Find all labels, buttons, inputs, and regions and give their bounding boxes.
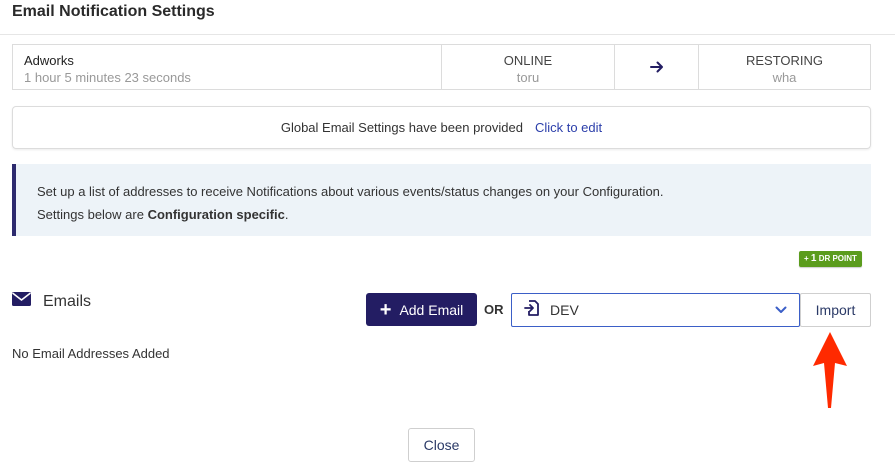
source-state: ONLINE toru bbox=[442, 45, 615, 89]
import-button[interactable]: Import bbox=[800, 293, 871, 327]
target-host: wha bbox=[772, 70, 797, 85]
configuration-select[interactable]: DEV bbox=[511, 293, 800, 327]
configuration-select-value: DEV bbox=[550, 302, 579, 318]
empty-state-text: No Email Addresses Added bbox=[12, 346, 170, 361]
arrow-right-icon bbox=[615, 45, 699, 89]
close-button[interactable]: Close bbox=[408, 428, 475, 462]
configuration-name: Adworks bbox=[24, 53, 74, 68]
target-state: RESTORING wha bbox=[699, 45, 870, 89]
add-email-label: Add Email bbox=[399, 301, 464, 318]
chevron-down-icon bbox=[775, 301, 787, 319]
configuration-summary: Adworks 1 hour 5 minutes 23 seconds bbox=[13, 45, 442, 89]
envelope-icon bbox=[12, 292, 31, 311]
badge-label: DR POINT bbox=[816, 254, 857, 263]
info-line-2: Settings below are Configuration specifi… bbox=[37, 203, 871, 226]
emails-section-header: Emails bbox=[12, 292, 91, 311]
global-settings-notice: Global Email Settings have been provided… bbox=[12, 106, 871, 149]
divider bbox=[0, 34, 895, 35]
annotation-arrow-icon bbox=[810, 330, 850, 415]
info-line-1: Set up a list of addresses to receive No… bbox=[37, 184, 664, 199]
info-line-2-bold: Configuration specific bbox=[147, 207, 285, 222]
info-callout: Set up a list of addresses to receive No… bbox=[12, 164, 871, 236]
global-settings-text: Global Email Settings have been provided bbox=[280, 120, 523, 135]
source-host: toru bbox=[516, 70, 540, 85]
source-state-label: ONLINE bbox=[503, 53, 553, 68]
info-line-2-prefix: Settings below are bbox=[37, 207, 148, 222]
add-email-button[interactable]: + Add Email bbox=[366, 293, 477, 326]
badge-prefix: + bbox=[804, 254, 811, 263]
or-label: OR bbox=[484, 302, 504, 317]
info-line-2-suffix: . bbox=[284, 207, 289, 222]
target-state-label: RESTORING bbox=[745, 53, 824, 68]
dr-point-badge: + 1 DR POINT bbox=[799, 251, 862, 267]
page-title: Email Notification Settings bbox=[12, 3, 215, 20]
import-doc-icon bbox=[524, 299, 540, 321]
configuration-status-bar: Adworks 1 hour 5 minutes 23 seconds ONLI… bbox=[12, 44, 871, 90]
plus-icon: + bbox=[379, 298, 392, 321]
emails-label: Emails bbox=[43, 292, 92, 310]
edit-global-settings-link[interactable]: Click to edit bbox=[535, 120, 602, 135]
configuration-duration: 1 hour 5 minutes 23 seconds bbox=[24, 70, 191, 85]
